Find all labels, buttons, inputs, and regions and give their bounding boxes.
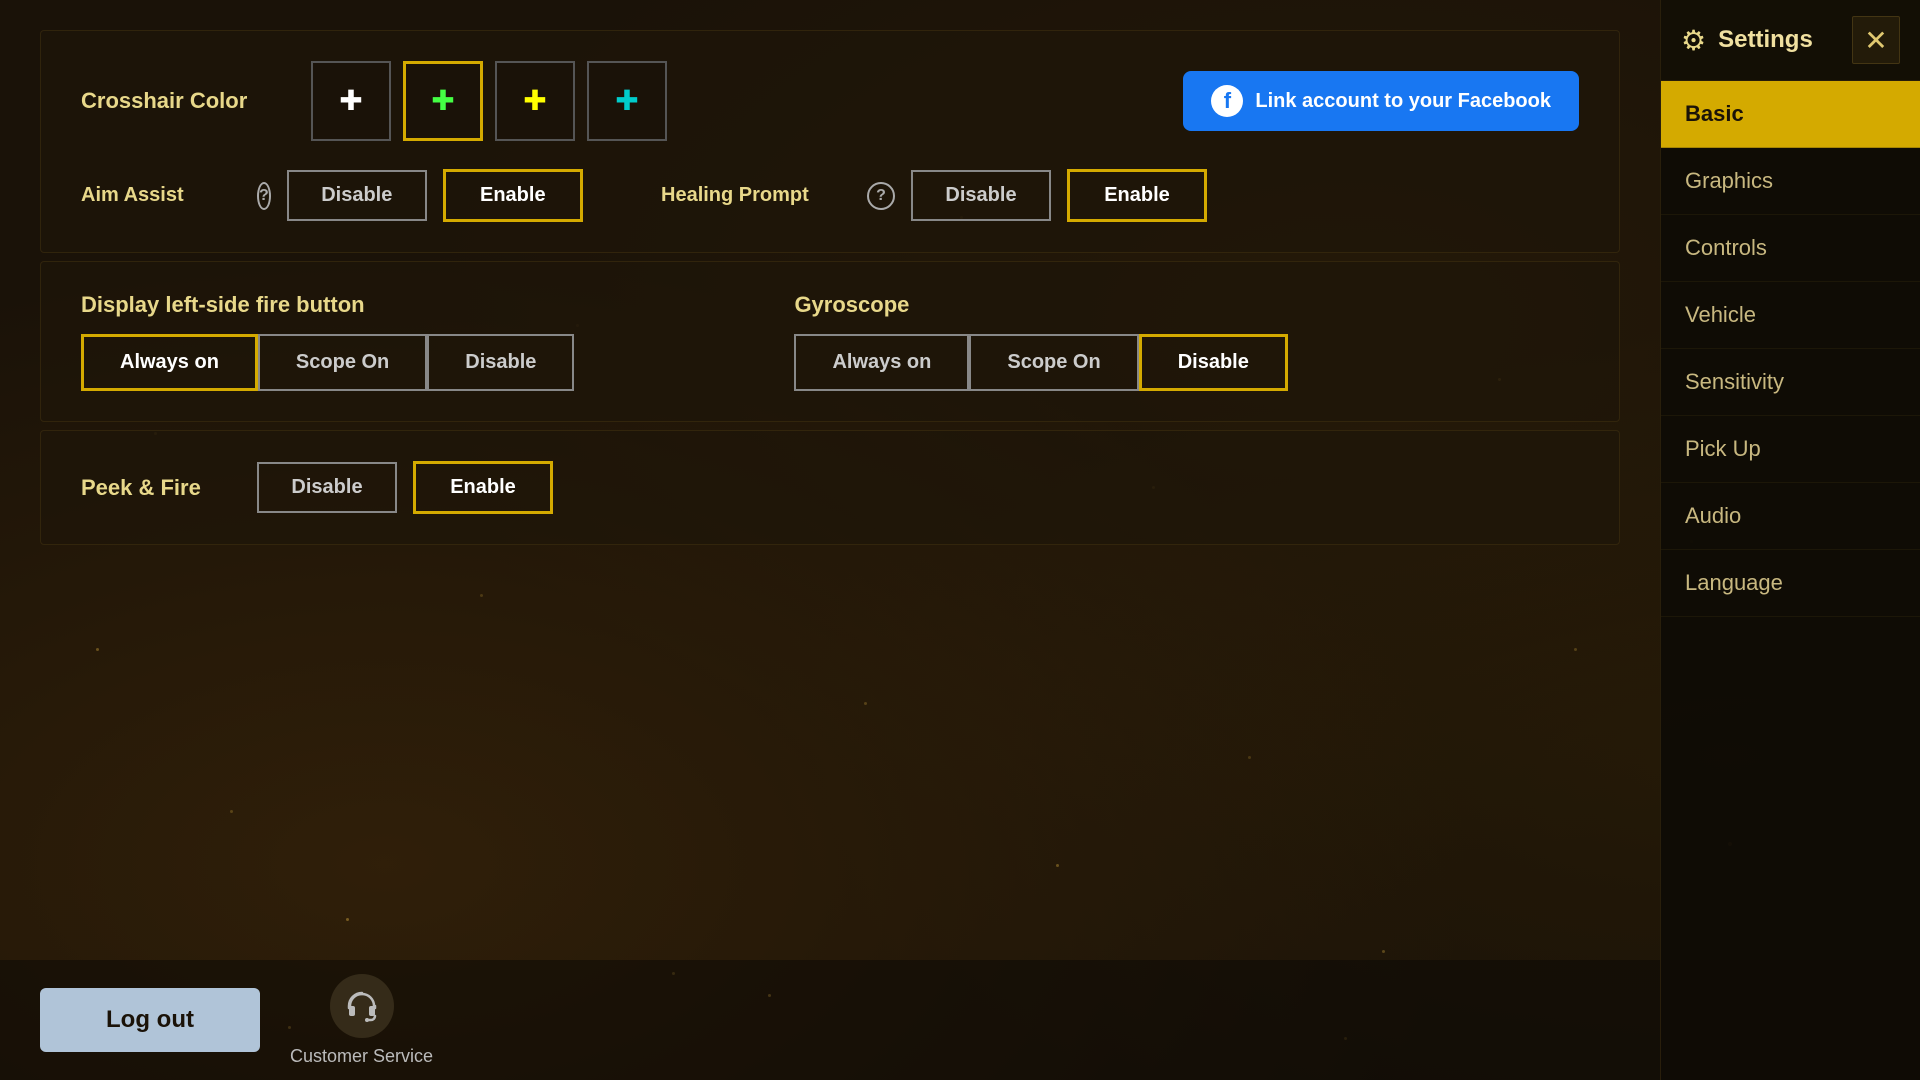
crosshair-yellow-icon: ✚ — [523, 87, 546, 115]
fire-btn-always[interactable]: Always on — [81, 334, 258, 391]
peek-fire-enable-btn[interactable]: Enable — [413, 461, 553, 514]
sidebar-menu: Basic Graphics Controls Vehicle Sensitiv… — [1661, 81, 1920, 1080]
customer-service-button[interactable]: Customer Service — [290, 974, 433, 1067]
sidebar-title: Settings — [1718, 26, 1813, 54]
sidebar-title-wrap: ⚙ Settings — [1681, 24, 1813, 57]
sidebar-item-vehicle[interactable]: Vehicle — [1661, 282, 1920, 349]
sidebar-item-pickup[interactable]: Pick Up — [1661, 416, 1920, 483]
gyroscope-options: Always on Scope On Disable — [794, 334, 1287, 391]
crosshair-cyan-icon: ✚ — [615, 87, 638, 115]
bottom-bar: Log out Customer Service — [0, 960, 1920, 1080]
headset-icon — [330, 974, 394, 1038]
aim-assist-label: Aim Assist — [81, 184, 241, 207]
crosshair-white-btn[interactable]: ✚ — [311, 61, 391, 141]
settings-sidebar: ⚙ Settings ✕ Basic Graphics Controls Veh… — [1660, 0, 1920, 1080]
aim-assist-enable-btn[interactable]: Enable — [443, 169, 583, 222]
sidebar-item-language[interactable]: Language — [1661, 550, 1920, 617]
settings-gear-icon: ⚙ — [1681, 24, 1706, 57]
sidebar-header: ⚙ Settings ✕ — [1661, 0, 1920, 81]
gyroscope-scope[interactable]: Scope On — [969, 334, 1138, 391]
healing-prompt-help-icon[interactable]: ? — [867, 182, 895, 210]
customer-service-label: Customer Service — [290, 1046, 433, 1067]
crosshair-label: Crosshair Color — [81, 88, 281, 114]
healing-prompt-group: Healing Prompt ? Disable Enable — [661, 169, 1579, 222]
peek-fire-section: Peek & Fire Disable Enable — [40, 430, 1620, 545]
crosshair-white-icon: ✚ — [339, 87, 362, 115]
logout-button[interactable]: Log out — [40, 988, 260, 1052]
facebook-link-btn[interactable]: f Link account to your Facebook — [1183, 71, 1579, 131]
fire-button-options: Always on Scope On Disable — [81, 334, 574, 391]
sidebar-item-graphics[interactable]: Graphics — [1661, 148, 1920, 215]
crosshair-options: ✚ ✚ ✚ ✚ — [311, 61, 667, 141]
crosshair-cyan-btn[interactable]: ✚ — [587, 61, 667, 141]
facebook-icon: f — [1211, 85, 1243, 117]
peek-fire-label: Peek & Fire — [81, 475, 241, 501]
gyroscope-disable[interactable]: Disable — [1139, 334, 1288, 391]
gyroscope-always[interactable]: Always on — [794, 334, 969, 391]
sidebar-item-basic[interactable]: Basic — [1661, 81, 1920, 148]
fire-btn-scope[interactable]: Scope On — [258, 334, 427, 391]
sidebar-item-audio[interactable]: Audio — [1661, 483, 1920, 550]
aim-assist-disable-btn[interactable]: Disable — [287, 170, 427, 221]
crosshair-green-btn[interactable]: ✚ — [403, 61, 483, 141]
close-button[interactable]: ✕ — [1852, 16, 1900, 64]
facebook-link-label: Link account to your Facebook — [1255, 90, 1551, 113]
aim-assist-group: Aim Assist ? Disable Enable — [81, 169, 581, 222]
healing-prompt-disable-btn[interactable]: Disable — [911, 170, 1051, 221]
crosshair-yellow-btn[interactable]: ✚ — [495, 61, 575, 141]
gyroscope-section: Gyroscope Always on Scope On Disable — [794, 292, 1287, 391]
aim-assist-help-icon[interactable]: ? — [257, 182, 271, 210]
peek-fire-disable-btn[interactable]: Disable — [257, 462, 397, 513]
healing-prompt-label: Healing Prompt — [661, 184, 851, 207]
fire-button-section: Display left-side fire button Always on … — [81, 292, 574, 391]
sidebar-item-controls[interactable]: Controls — [1661, 215, 1920, 282]
fire-btn-disable[interactable]: Disable — [427, 334, 574, 391]
gyroscope-label: Gyroscope — [794, 292, 1287, 318]
sidebar-item-sensitivity[interactable]: Sensitivity — [1661, 349, 1920, 416]
crosshair-green-icon: ✚ — [431, 87, 454, 115]
fire-button-label: Display left-side fire button — [81, 292, 574, 318]
healing-prompt-enable-btn[interactable]: Enable — [1067, 169, 1207, 222]
